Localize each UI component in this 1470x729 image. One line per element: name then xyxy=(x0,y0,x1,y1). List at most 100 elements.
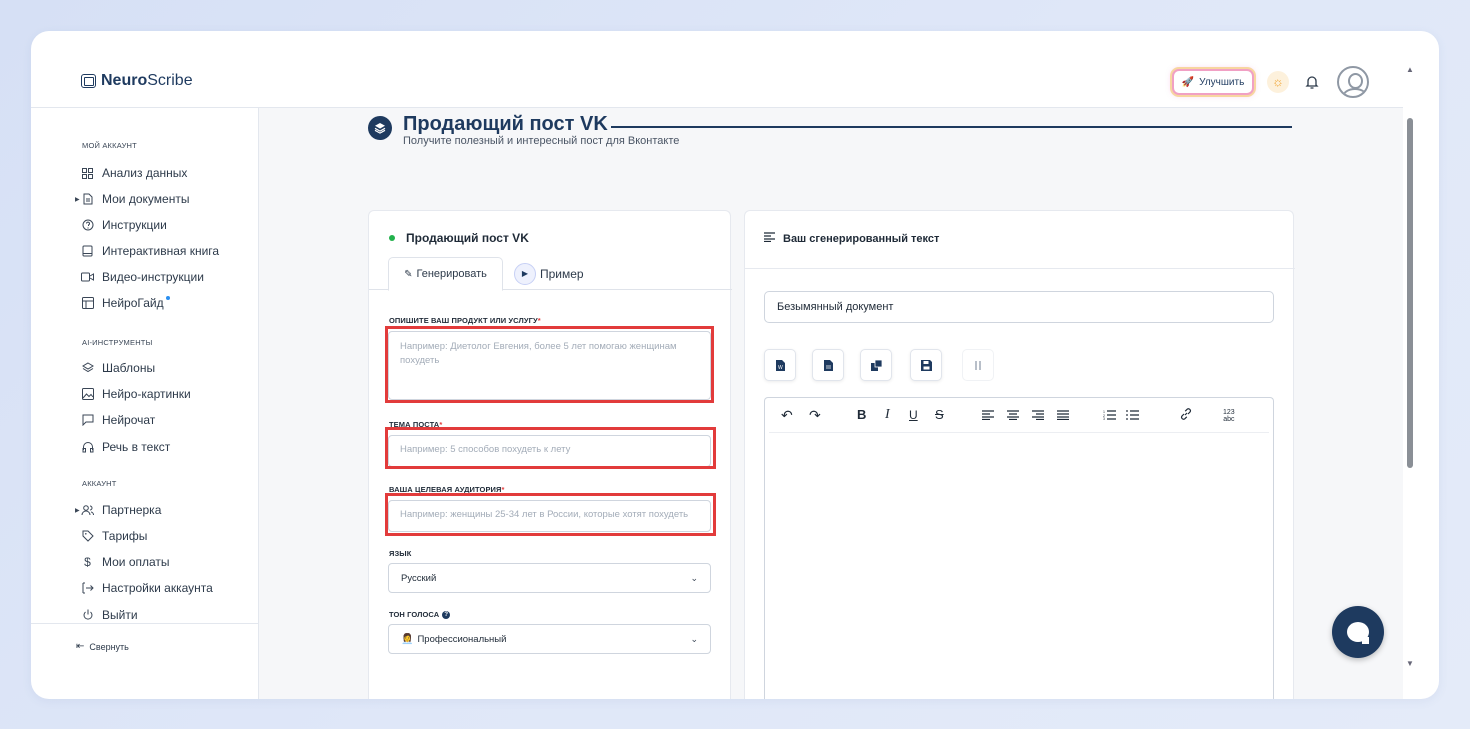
collapse-sidebar-button[interactable]: ⇤ Свернуть xyxy=(76,641,129,652)
bold-icon[interactable]: B xyxy=(857,408,866,422)
link-icon[interactable] xyxy=(1180,408,1192,422)
new-indicator-dot xyxy=(165,296,170,300)
language-select[interactable]: Русский ⌄ xyxy=(388,563,711,593)
page-subtitle: Получите полезный и интересный пост для … xyxy=(403,135,680,147)
underline-icon[interactable]: U xyxy=(909,408,918,422)
rich-text-editor[interactable]: ↶ ↷ B I U S 1 2 3 123 abc xyxy=(764,397,1274,699)
play-icon: ▶ xyxy=(514,262,536,285)
scroll-thumb[interactable] xyxy=(1407,118,1413,468)
sidebar-item-video-instructions[interactable]: Видео-инструкции xyxy=(81,268,204,286)
sidebar-item-templates[interactable]: Шаблоны xyxy=(81,359,155,377)
spellcheck-icon[interactable]: 123 abc xyxy=(1223,409,1235,423)
logo[interactable]: NeuroScribe xyxy=(81,72,193,90)
grid-icon xyxy=(81,167,94,180)
layers-icon xyxy=(81,362,94,375)
sidebar-item-account-settings[interactable]: Настройки аккаунта xyxy=(81,579,213,597)
sidebar-item-neuroguide[interactable]: НейроГайд xyxy=(81,294,170,312)
sidebar: МОЙ АККАУНТ Анализ данных ▶ Мои документ… xyxy=(31,108,259,699)
undo-icon[interactable]: ↶ xyxy=(781,408,793,422)
bullet-list-icon[interactable] xyxy=(1126,408,1139,422)
caret-right-icon: ▶ xyxy=(75,196,80,203)
scroll-up-arrow-icon[interactable]: ▲ xyxy=(1406,65,1414,74)
highlight-box-product xyxy=(385,326,714,403)
section-title-ai-tools: AI-ИНСТРУМЕНТЫ xyxy=(82,338,153,347)
sidebar-item-data-analysis[interactable]: Анализ данных xyxy=(81,164,187,182)
rocket-icon: 🚀 xyxy=(1181,76,1195,88)
svg-text:W: W xyxy=(778,365,783,371)
ordered-list-icon[interactable]: 123 xyxy=(1103,408,1116,422)
sidebar-item-speech-to-text[interactable]: Речь в текст xyxy=(81,438,170,456)
users-icon xyxy=(81,504,94,517)
sidebar-item-logout[interactable]: Выйти xyxy=(81,606,138,624)
redo-icon[interactable]: ↷ xyxy=(809,408,821,422)
align-right-icon[interactable] xyxy=(1032,408,1044,422)
highlight-box-audience xyxy=(385,493,716,536)
layers-icon xyxy=(368,116,392,140)
app-window: NeuroScribe 🚀 Улучшить ☼ МОЙ АККАУНТ Ана… xyxy=(31,31,1439,699)
word-file-icon: W xyxy=(775,359,785,371)
section-title-my-account: МОЙ АККАУНТ xyxy=(82,141,137,150)
form-card-title: Продающий пост VK xyxy=(389,231,529,245)
output-title: Ваш сгенерированный текст xyxy=(764,232,939,245)
document-name-input[interactable]: Безымянный документ xyxy=(764,291,1274,323)
power-icon xyxy=(81,609,94,622)
chat-icon xyxy=(81,414,94,427)
tone-label: ТОН ГОЛОСА ? xyxy=(389,610,451,619)
info-icon[interactable]: ? xyxy=(442,610,451,619)
sidebar-item-my-documents[interactable]: ▶ Мои документы xyxy=(75,190,189,208)
guide-icon xyxy=(81,297,94,310)
output-header: Ваш сгенерированный текст xyxy=(745,211,1295,269)
italic-icon[interactable]: I xyxy=(885,408,890,422)
caret-right-icon: ▶ xyxy=(75,507,80,514)
pencil-icon: ✎ xyxy=(404,268,413,280)
status-dot xyxy=(389,235,395,241)
support-chat-button[interactable] xyxy=(1332,606,1384,658)
copy-icon xyxy=(870,359,882,371)
bell-icon[interactable] xyxy=(1303,73,1321,91)
file-icon xyxy=(823,359,833,371)
chat-bubble-icon xyxy=(1347,622,1369,644)
top-bar: NeuroScribe 🚀 Улучшить ☼ xyxy=(31,31,1403,108)
avatar[interactable] xyxy=(1337,66,1369,98)
export-pdf-button[interactable] xyxy=(812,349,844,381)
sidebar-item-neuro-images[interactable]: Нейро-картинки xyxy=(81,385,191,403)
tab-generate[interactable]: ✎ Генерировать xyxy=(388,257,503,291)
book-icon xyxy=(81,245,94,258)
theme-toggle-sun-icon[interactable]: ☼ xyxy=(1267,71,1289,93)
scroll-down-arrow-icon[interactable]: ▼ xyxy=(1406,659,1414,668)
align-justify-icon[interactable] xyxy=(1057,408,1069,422)
upgrade-button[interactable]: 🚀 Улучшить xyxy=(1172,69,1254,95)
sidebar-item-instructions[interactable]: Инструкции xyxy=(81,216,167,234)
strikethrough-icon[interactable]: S xyxy=(935,408,944,422)
sidebar-item-interactive-book[interactable]: Интерактивная книга xyxy=(81,242,219,260)
sidebar-item-tariffs[interactable]: Тарифы xyxy=(81,527,147,545)
save-button[interactable] xyxy=(910,349,942,381)
text-align-icon xyxy=(764,232,775,245)
person-icon: 👩‍💼 xyxy=(401,633,414,645)
export-word-button[interactable]: W xyxy=(764,349,796,381)
chevron-down-icon: ⌄ xyxy=(690,633,698,644)
tab-example[interactable]: ▶ Пример xyxy=(514,257,584,290)
tag-icon xyxy=(81,530,94,543)
sidebar-divider xyxy=(31,623,259,624)
editor-toolbar: ↶ ↷ B I U S 1 2 3 123 abc xyxy=(769,398,1269,433)
pause-button[interactable] xyxy=(962,349,994,381)
page-scrollbar[interactable]: ▲ ▼ xyxy=(1403,60,1417,670)
align-left-icon[interactable] xyxy=(982,408,994,422)
chevron-down-icon: ⌄ xyxy=(690,572,698,583)
language-label: ЯЗЫК xyxy=(389,549,412,558)
sidebar-item-neurochat[interactable]: Нейрочат xyxy=(81,411,155,429)
copy-button[interactable] xyxy=(860,349,892,381)
collapse-arrow-icon: ⇤ xyxy=(76,641,85,652)
settings-icon xyxy=(81,582,94,595)
document-icon xyxy=(81,193,94,206)
sidebar-item-partners[interactable]: ▶ Партнерка xyxy=(75,501,161,519)
tone-select[interactable]: 👩‍💼 Профессиональный ⌄ xyxy=(388,624,711,654)
align-center-icon[interactable] xyxy=(1007,408,1019,422)
help-icon xyxy=(81,219,94,232)
dollar-icon: $ xyxy=(84,555,91,569)
sidebar-item-my-payments[interactable]: $ Мои оплаты xyxy=(81,553,169,571)
main-content: Продающий пост VK Получите полезный и ин… xyxy=(259,108,1403,699)
form-panel: Продающий пост VK ✎ Генерировать ▶ Приме… xyxy=(368,210,732,699)
highlight-box-topic xyxy=(385,427,716,469)
